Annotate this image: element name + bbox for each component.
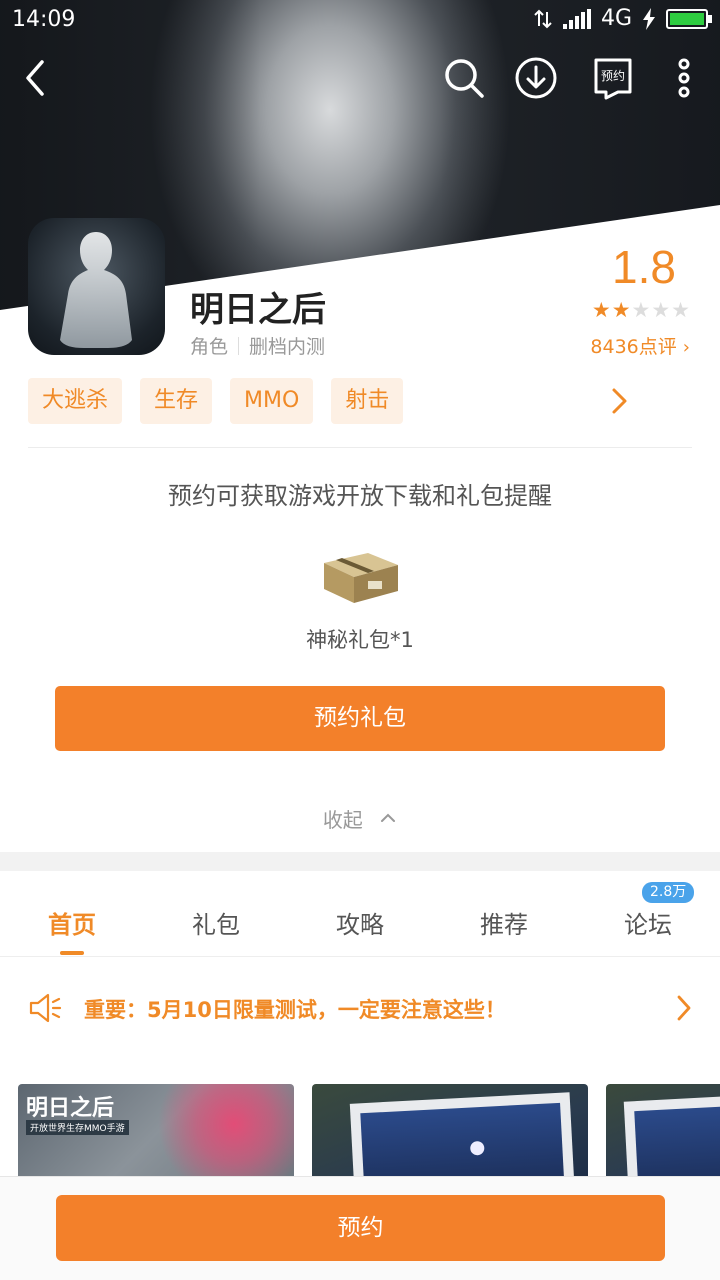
charging-icon	[643, 7, 655, 30]
game-meta: 角色 删档内测	[190, 332, 325, 359]
tag-chip[interactable]: 大逃杀	[28, 378, 123, 424]
game-category: 角色	[190, 336, 229, 358]
active-tab-indicator	[60, 951, 84, 955]
chevron-right-icon	[677, 995, 691, 1021]
star-icon: ★	[591, 298, 611, 322]
more-menu-icon[interactable]	[660, 54, 708, 102]
rating-stars: ★ ★ ★ ★ ★	[592, 298, 690, 322]
section-gap	[0, 852, 720, 871]
thumbnail-title: 明日之后	[26, 1096, 115, 1121]
battery-icon	[666, 8, 712, 29]
media-thumbnail[interactable]	[606, 1084, 720, 1184]
status-bar: 14:09 4G	[0, 0, 720, 40]
gift-label: 神秘礼包*1	[306, 628, 414, 652]
reserve-button[interactable]: 预约	[56, 1195, 665, 1261]
reserve-gift-button[interactable]: 预约礼包	[55, 686, 665, 751]
media-thumbnail[interactable]	[312, 1084, 588, 1184]
divider	[28, 447, 692, 448]
media-carousel: 明日之后 开放世界生存MMO手游	[0, 1084, 720, 1184]
photo-frame	[349, 1092, 575, 1184]
silhouette-icon	[60, 232, 132, 348]
collapse-toggle[interactable]: 收起	[0, 804, 720, 833]
star-icon: ★	[631, 298, 651, 322]
tab-bar: 首页 礼包 攻略 推荐 论坛 2.8万	[0, 871, 720, 957]
tab-gifts[interactable]: 礼包	[144, 905, 288, 940]
star-icon: ★	[671, 298, 690, 322]
game-app-icon	[28, 218, 165, 355]
tags-more-chevron-icon[interactable]	[604, 386, 634, 416]
notice-bar[interactable]: 重要：5月10日限量测试，一定要注意这些！	[0, 980, 720, 1036]
collapse-label: 收起	[322, 808, 363, 832]
tag-chip[interactable]: MMO	[230, 378, 314, 424]
notice-text: 重要：5月10日限量测试，一定要注意这些！	[84, 998, 506, 1022]
bookmark-label: 预约	[600, 69, 625, 83]
meta-divider	[238, 336, 240, 355]
tab-forum[interactable]: 论坛	[576, 905, 720, 940]
reviews-count: 8436点评	[590, 336, 677, 358]
reserve-hint: 预约可获取游戏开放下载和礼包提醒	[168, 482, 552, 510]
tag-list: 大逃杀 生存 MMO 射击	[28, 378, 404, 424]
bookmark-reserve-button[interactable]: 预约	[590, 54, 638, 102]
forum-count-badge: 2.8万	[642, 882, 695, 903]
tab-guides[interactable]: 攻略	[288, 905, 432, 940]
rating-score: 1.8	[612, 241, 676, 293]
media-thumbnail[interactable]: 明日之后 开放世界生存MMO手游	[18, 1084, 294, 1184]
search-icon[interactable]	[440, 54, 488, 102]
game-title: 明日之后	[190, 290, 326, 330]
download-icon[interactable]	[512, 54, 560, 102]
smoke-effect	[144, 1084, 294, 1184]
thumbnail-subtitle: 开放世界生存MMO手游	[26, 1120, 129, 1135]
signal-icon	[562, 8, 591, 29]
top-bar: 预约	[0, 48, 720, 108]
gift-box-icon	[324, 553, 398, 603]
tag-chip[interactable]: 射击	[331, 378, 404, 424]
tab-home[interactable]: 首页	[0, 905, 144, 940]
chevron-up-icon	[381, 813, 396, 822]
reviews-link[interactable]: 8436点评 ›	[590, 332, 690, 359]
status-time: 14:09	[12, 7, 76, 32]
network-type: 4G	[600, 6, 632, 31]
back-icon[interactable]	[12, 54, 60, 102]
data-arrows-icon	[534, 9, 552, 28]
chevron-right-icon: ›	[682, 337, 690, 358]
star-icon: ★	[611, 298, 631, 322]
tag-chip[interactable]: 生存	[140, 378, 213, 424]
tab-recommend[interactable]: 推荐	[432, 905, 576, 940]
bottom-action-bar: 预约	[0, 1176, 720, 1280]
megaphone-icon	[29, 993, 62, 1023]
star-icon: ★	[651, 298, 671, 322]
game-test-status: 删档内测	[249, 336, 326, 358]
